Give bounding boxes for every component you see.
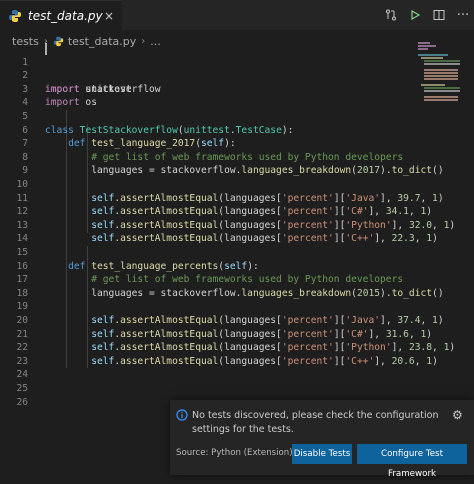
code-line: 16 # get list of web frameworks used by … — [0, 246, 420, 286]
code-line: 7 # get list of web frameworks used by P… — [0, 124, 420, 163]
code-line: 25 — [0, 368, 420, 394]
code-line: 2 import stackoverflow — [0, 56, 420, 95]
text-cursor — [45, 43, 47, 55]
code-line: 24 — [0, 355, 420, 380]
code-line: 11 self.assertAlmostEqual(languages['per… — [0, 178, 432, 218]
notification-source: Source: Python (Extension) — [176, 448, 293, 458]
code-line: 20 self.assertAlmostEqual(languages['per… — [0, 300, 432, 340]
code-line: 14 — [0, 219, 420, 244]
minimap-line — [424, 75, 458, 77]
minimap-line — [424, 60, 460, 62]
minimap-line — [424, 90, 460, 92]
code-line: 12 self.assertAlmostEqual(languages['per… — [0, 192, 455, 231]
code-line: 10 self.assertAlmostEqual(languages['per… — [0, 164, 443, 204]
minimap-line — [418, 42, 430, 44]
code-text: ) — [426, 328, 433, 340]
code-text: ) — [437, 314, 444, 326]
code-line: 4 — [0, 83, 420, 108]
close-icon[interactable]: × — [102, 9, 116, 23]
minimap-line — [424, 96, 458, 98]
notification-toast: No tests discovered, please check the co… — [170, 400, 474, 479]
code-text: ) — [437, 192, 444, 204]
code-line: 13 self.assertAlmostEqual(languages['per… — [0, 205, 437, 245]
code-line: 19 self.assertAlmostEqual(languages['per… — [0, 287, 443, 326]
code-line: 26 — [0, 382, 420, 408]
tab-test-data-py[interactable]: test_data.py × — [0, 0, 122, 30]
code-text: ) — [426, 206, 433, 218]
gear-icon[interactable]: ⚙ — [452, 409, 464, 421]
compare-icon[interactable] — [380, 4, 402, 26]
code-text: , — [420, 192, 433, 204]
code-line: 15 def test_language_percents(self): — [0, 232, 420, 272]
minimap-line — [424, 69, 458, 71]
split-editor-icon[interactable] — [428, 4, 450, 26]
disable-tests-button[interactable]: Disable Tests — [292, 444, 352, 464]
minimap-line — [424, 72, 458, 74]
code-text: () — [432, 165, 444, 177]
run-icon[interactable] — [404, 4, 426, 26]
code-line: 3 import os — [0, 69, 420, 109]
code-text: , — [420, 314, 433, 326]
code-line: 17 languages = stackoverflow.languages_b… — [0, 260, 443, 299]
minimap-line — [421, 84, 445, 86]
code-line: 6 def test_language_2017(self): — [0, 110, 420, 150]
minimap-line — [418, 54, 448, 56]
tab-title: test_data.py — [28, 8, 103, 23]
code-line: 21 self.assertAlmostEqual(languages['per… — [0, 314, 455, 354]
notification-message: No tests discovered, please check the co… — [192, 410, 439, 435]
code-line: 8 languages = stackoverflow.languages_br… — [0, 137, 443, 177]
code-text: ) — [432, 355, 438, 367]
code-text: ) — [432, 233, 438, 245]
minimap-line — [421, 57, 443, 59]
code-line: 23 — [0, 341, 420, 367]
minimap-line — [424, 78, 458, 80]
info-icon — [176, 409, 188, 421]
minimap-line — [418, 45, 436, 47]
minimap[interactable] — [418, 42, 462, 102]
minimap-line — [424, 63, 460, 65]
editor-actions: ··· — [378, 0, 474, 30]
code-text: () — [432, 287, 444, 299]
python-file-icon — [9, 9, 21, 22]
minimap-line — [418, 48, 428, 50]
code-line: 22 self.assertAlmostEqual(languages['per… — [0, 328, 437, 367]
minimap-line — [424, 87, 460, 89]
line-number: 26 — [16, 396, 28, 408]
configure-test-framework-button[interactable]: Configure Test Framework — [357, 444, 467, 479]
code-text: ) — [449, 219, 456, 231]
code-text: , — [432, 342, 444, 354]
tab-bar: test_data.py × ··· — [0, 0, 474, 30]
minimap-line — [424, 99, 458, 101]
code-text: , — [432, 219, 444, 231]
code-line: 9 — [0, 151, 420, 176]
more-actions-icon[interactable]: ··· — [452, 4, 474, 26]
code-line: 1 import unittest — [0, 42, 420, 95]
code-line: 18 — [0, 273, 420, 299]
code-text: ) — [449, 342, 456, 354]
code-line: 5 class TestStackoverflow(unittest.TestC… — [0, 96, 420, 136]
